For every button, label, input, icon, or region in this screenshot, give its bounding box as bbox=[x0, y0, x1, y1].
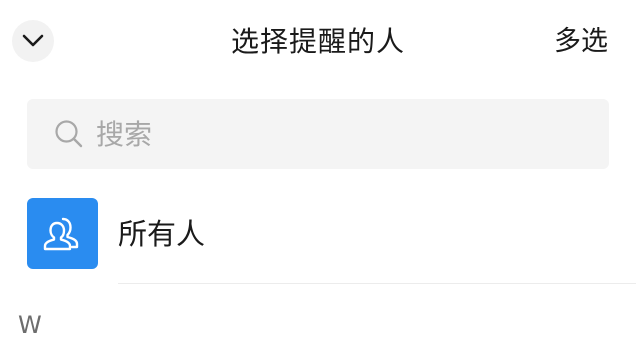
section-index-letter: W bbox=[18, 311, 42, 339]
search-input[interactable] bbox=[96, 117, 576, 151]
everyone-label: 所有人 bbox=[118, 217, 206, 251]
group-icon bbox=[43, 217, 78, 250]
multi-select-button[interactable]: 多选 bbox=[554, 22, 608, 62]
search-bar[interactable] bbox=[27, 99, 609, 169]
header: 选择提醒的人 多选 bbox=[0, 0, 636, 86]
list-item-everyone[interactable]: 所有人 bbox=[0, 188, 636, 284]
search-icon bbox=[54, 119, 84, 149]
mention-picker-screen: 选择提醒的人 多选 所有人 W bbox=[0, 0, 636, 357]
page-title: 选择提醒的人 bbox=[230, 25, 405, 58]
divider bbox=[118, 283, 636, 284]
avatar bbox=[27, 198, 98, 269]
